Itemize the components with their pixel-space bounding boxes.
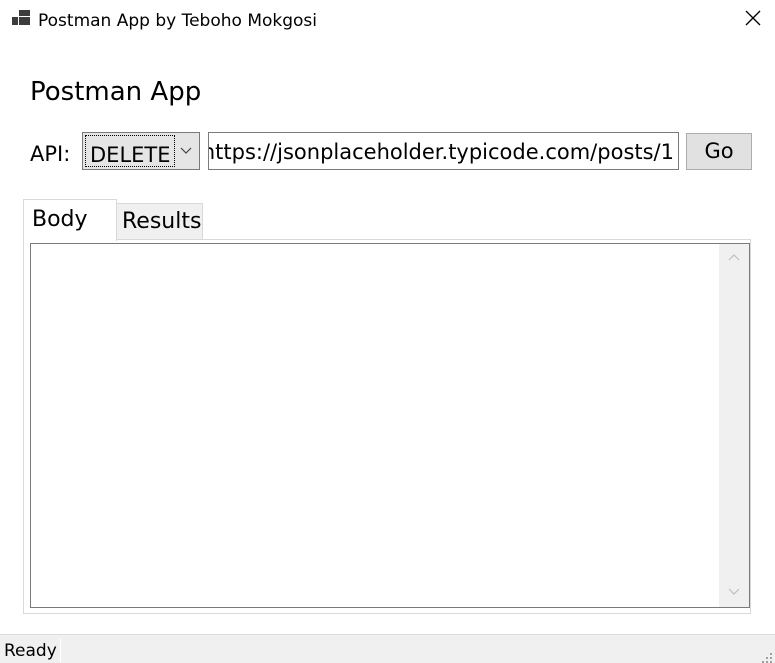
method-value: DELETE (90, 143, 171, 167)
window-title: Postman App by Teboho Mokgosi (38, 11, 318, 31)
vertical-scrollbar[interactable] (719, 244, 749, 607)
page-title: Postman App (30, 77, 202, 107)
chevron-down-icon (727, 584, 741, 603)
chevron-up-icon (727, 249, 741, 268)
chevron-down-icon[interactable] (179, 143, 193, 157)
status-label: Ready (4, 641, 57, 661)
go-button[interactable]: Go (686, 133, 752, 170)
method-select[interactable]: DELETE (82, 132, 200, 170)
app-window: Postman App by Teboho Mokgosi Postman Ap… (0, 0, 775, 663)
api-label: API: (30, 142, 71, 166)
tab-results[interactable]: Results (116, 203, 203, 239)
resize-grip-icon[interactable] (761, 649, 773, 663)
scroll-up-button[interactable] (719, 244, 749, 272)
close-icon (745, 10, 761, 30)
url-input[interactable]: https://jsonplaceholder.typicode.com/pos… (208, 132, 679, 170)
app-icon (11, 9, 31, 29)
scroll-down-button[interactable] (719, 579, 749, 607)
body-textarea[interactable] (30, 243, 750, 608)
status-bar: Ready (0, 634, 775, 663)
close-button[interactable] (730, 0, 775, 40)
status-divider (60, 638, 61, 662)
method-select-focus: DELETE (85, 135, 175, 167)
url-value: https://jsonplaceholder.typicode.com/pos… (208, 140, 674, 164)
tab-body[interactable]: Body (23, 199, 117, 241)
title-bar: Postman App by Teboho Mokgosi (0, 0, 775, 40)
